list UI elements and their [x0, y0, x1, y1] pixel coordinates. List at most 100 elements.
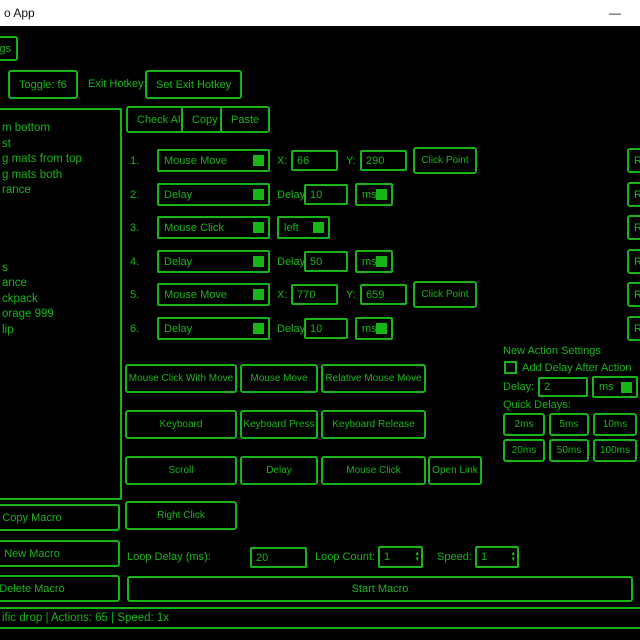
add-right-click-button[interactable]: Right Click	[125, 501, 237, 530]
action-type-dropdown[interactable]: Mouse Click	[157, 216, 270, 239]
delay-unit-dropdown[interactable]: ms	[355, 183, 393, 206]
paste-button[interactable]: Paste	[220, 106, 270, 133]
action-row-number: 2.	[130, 189, 139, 201]
toggle-hotkey-button[interactable]: Toggle: f6	[8, 70, 78, 99]
loop-count-label: Loop Count:	[315, 551, 375, 563]
action-row-number: 3.	[130, 222, 139, 234]
action-type-value: Delay	[164, 323, 192, 335]
delay-unit-value: ms	[362, 323, 377, 335]
click-point-button[interactable]: Click Point	[413, 147, 477, 174]
action-type-dropdown[interactable]: Delay	[157, 317, 270, 340]
stepper-arrows[interactable]: ▴▾	[415, 551, 421, 563]
quick-delay-2ms-button[interactable]: 2ms	[503, 413, 545, 436]
new-action-settings-title: New Action Settings	[503, 345, 601, 357]
add-mouse-move-button[interactable]: Mouse Move	[240, 364, 318, 393]
action-row-number: 1.	[130, 155, 139, 167]
app-window: o App — gs Toggle: f6 Exit Hotkey: Set E…	[0, 0, 640, 640]
action-row-number: 6.	[130, 323, 139, 335]
macro-list-item[interactable]: ance	[2, 277, 118, 293]
titlebar: o App —	[0, 0, 640, 26]
remove-action-button[interactable]: R	[627, 182, 640, 207]
new-action-delay-unit-dropdown[interactable]: ms	[592, 376, 638, 398]
set-exit-hotkey-button[interactable]: Set Exit Hotkey	[145, 70, 242, 99]
spinner-down-icon[interactable]: ▾	[511, 557, 515, 563]
dropdown-indicator-icon	[253, 323, 264, 334]
macro-list-gap	[2, 200, 118, 262]
quick-delay-10ms-button[interactable]: 10ms	[593, 413, 637, 436]
status-text: ific drop | Actions: 65 | Speed: 1x	[2, 612, 169, 624]
copy-macro-button[interactable]: Copy Macro	[0, 504, 120, 531]
add-mouse-click-with-move-button[interactable]: Mouse Click With Move	[125, 364, 237, 393]
macro-list-item[interactable]: g mats both	[2, 169, 118, 185]
add-delay-after-action-checkbox[interactable]	[504, 361, 517, 374]
new-action-delay-input[interactable]	[538, 377, 588, 397]
add-open-link-button[interactable]: Open Link	[428, 456, 482, 485]
status-bar: ific drop | Actions: 65 | Speed: 1x	[0, 607, 640, 629]
x-label: X:	[277, 155, 287, 167]
add-delay-button[interactable]: Delay	[240, 456, 318, 485]
macro-list-item[interactable]: m bottom	[2, 122, 118, 138]
dropdown-indicator-icon	[376, 323, 387, 334]
delay-label: Delay	[277, 256, 305, 268]
macro-list-item[interactable]: rance	[2, 184, 118, 200]
action-row-number: 5.	[130, 289, 139, 301]
spinner-down-icon[interactable]: ▾	[415, 557, 419, 563]
new-macro-button[interactable]: New Macro	[0, 540, 120, 567]
add-keyboard-button[interactable]: Keyboard	[125, 410, 237, 439]
loop-delay-input[interactable]	[250, 547, 307, 568]
quick-delay-5ms-button[interactable]: 5ms	[549, 413, 589, 436]
dropdown-indicator-icon	[313, 222, 324, 233]
dropdown-indicator-icon	[253, 155, 264, 166]
stepper-arrows[interactable]: ▴▾	[511, 551, 517, 563]
macro-list-item[interactable]: st	[2, 138, 118, 154]
delay-unit-dropdown[interactable]: ms	[355, 317, 393, 340]
action-type-value: Delay	[164, 189, 192, 201]
add-keyboard-press-button[interactable]: Keyboard Press	[240, 410, 318, 439]
action-type-dropdown[interactable]: Mouse Move	[157, 149, 270, 172]
delay-unit-dropdown[interactable]: ms	[355, 250, 393, 273]
add-scroll-button[interactable]: Scroll	[125, 456, 237, 485]
dropdown-indicator-icon	[376, 256, 387, 267]
tab-settings[interactable]: gs	[0, 36, 18, 61]
speed-value: 1	[477, 551, 511, 563]
dropdown-indicator-icon	[253, 189, 264, 200]
x-coordinate-input[interactable]	[291, 150, 338, 171]
remove-action-button[interactable]: R	[627, 249, 640, 274]
action-type-dropdown[interactable]: Delay	[157, 183, 270, 206]
quick-delay-50ms-button[interactable]: 50ms	[549, 439, 589, 462]
add-mouse-click-button[interactable]: Mouse Click	[321, 456, 426, 485]
mouse-button-value: left	[284, 222, 299, 234]
macro-list-item[interactable]: orage 999	[2, 308, 118, 324]
loop-count-stepper[interactable]: 1 ▴▾	[378, 546, 423, 568]
remove-action-button[interactable]: R	[627, 148, 640, 173]
delete-macro-button[interactable]: Delete Macro	[0, 575, 120, 602]
macro-list-item[interactable]: s	[2, 262, 118, 278]
new-action-delay-unit-value: ms	[599, 381, 614, 393]
action-type-dropdown[interactable]: Mouse Move	[157, 283, 270, 306]
action-type-value: Delay	[164, 256, 192, 268]
x-coordinate-input[interactable]	[291, 284, 338, 305]
minimize-button[interactable]: —	[600, 6, 630, 20]
add-keyboard-release-button[interactable]: Keyboard Release	[321, 410, 426, 439]
macro-list-item[interactable]: g mats from top	[2, 153, 118, 169]
click-point-button[interactable]: Click Point	[413, 281, 477, 308]
start-macro-button[interactable]: Start Macro	[127, 576, 633, 602]
remove-action-button[interactable]: R	[627, 282, 640, 307]
add-relative-mouse-move-button[interactable]: Relative Mouse Move	[321, 364, 426, 393]
quick-delay-100ms-button[interactable]: 100ms	[593, 439, 637, 462]
y-coordinate-input[interactable]	[360, 284, 407, 305]
delay-value-input[interactable]	[304, 318, 348, 339]
quick-delay-20ms-button[interactable]: 20ms	[503, 439, 545, 462]
speed-stepper[interactable]: 1 ▴▾	[475, 546, 519, 568]
macro-list-item[interactable]: ckpack	[2, 293, 118, 309]
y-coordinate-input[interactable]	[360, 150, 407, 171]
delay-value-input[interactable]	[304, 184, 348, 205]
delay-value-input[interactable]	[304, 251, 348, 272]
quick-delays-label: Quick Delays:	[503, 399, 571, 411]
remove-action-button[interactable]: R	[627, 215, 640, 240]
mouse-button-dropdown[interactable]: left	[277, 216, 330, 239]
macro-list-item[interactable]: lip	[2, 324, 118, 340]
action-type-value: Mouse Move	[164, 289, 227, 301]
remove-action-button[interactable]: R	[627, 316, 640, 341]
action-type-dropdown[interactable]: Delay	[157, 250, 270, 273]
